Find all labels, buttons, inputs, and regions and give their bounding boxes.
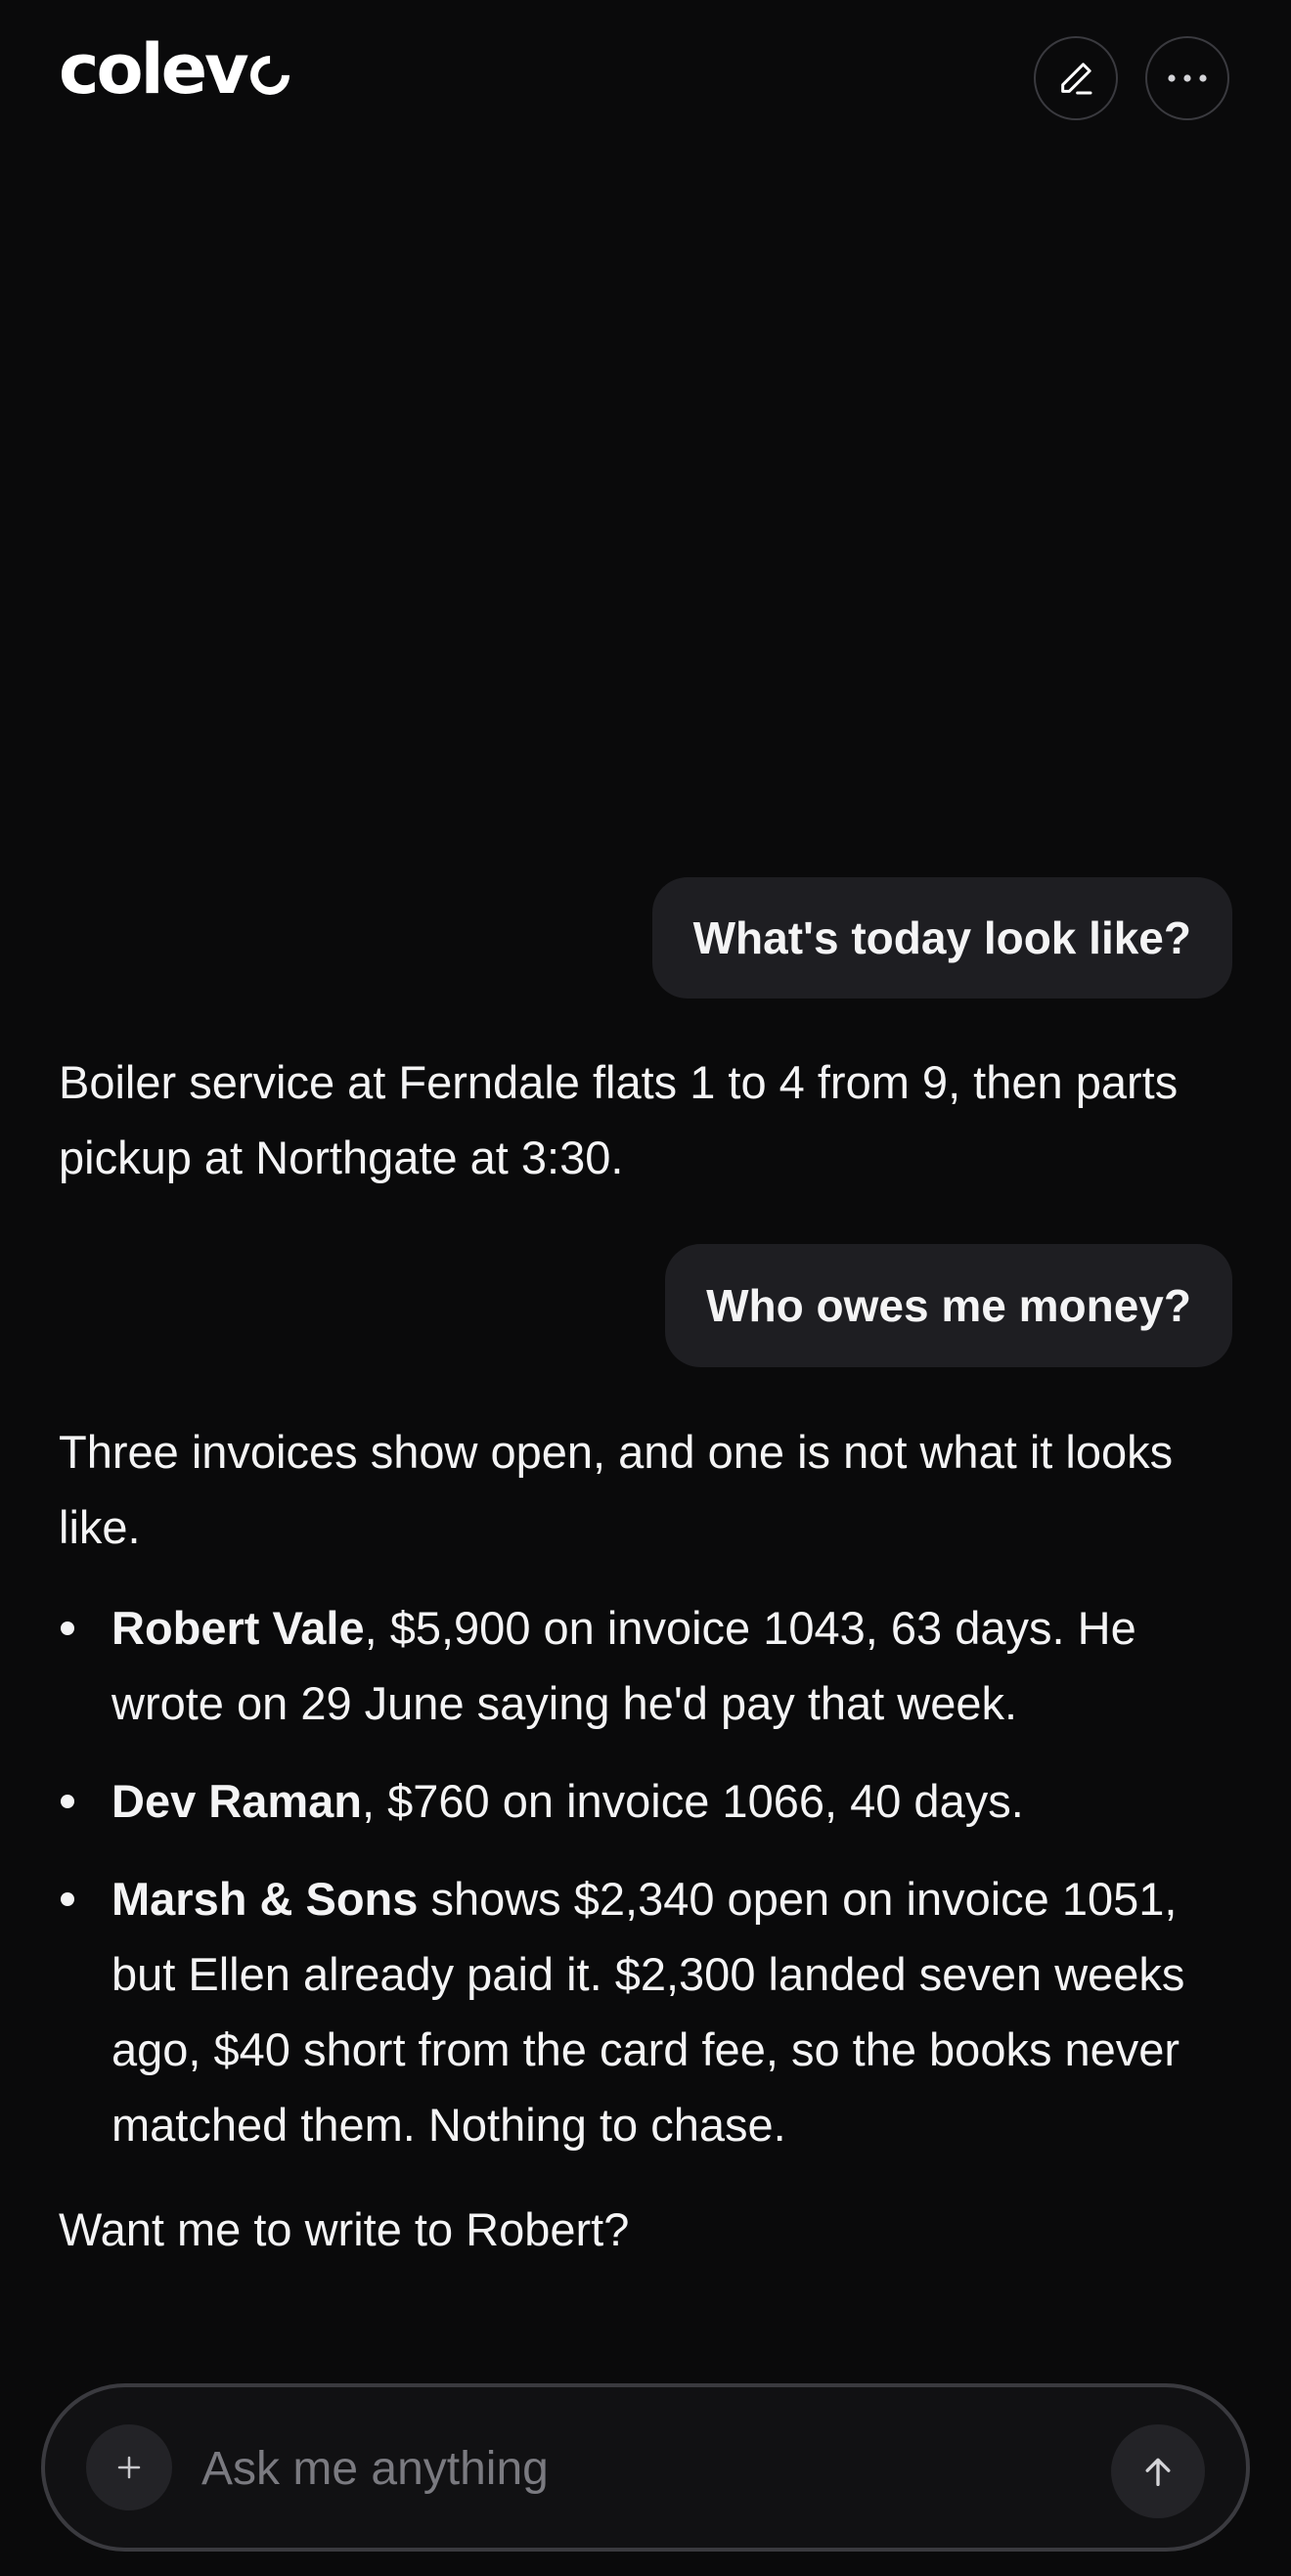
app-header: colev: [0, 0, 1291, 161]
list-item: Marsh & Sons shows $2,340 open on invoic…: [59, 1861, 1232, 2162]
add-attachment-button[interactable]: [86, 2424, 172, 2510]
user-message: Who owes me money?: [665, 1244, 1232, 1367]
message-input[interactable]: [201, 2426, 1140, 2510]
user-message-text: What's today look like?: [692, 912, 1191, 963]
arrow-up-icon: [1145, 2458, 1171, 2486]
client-name: Dev Raman: [111, 1775, 362, 1827]
new-chat-button[interactable]: [1034, 36, 1118, 120]
brand-wordmark: colev: [59, 29, 249, 110]
invoice-list: Robert Vale, $5,900 on invoice 1043, 63 …: [59, 1590, 1232, 2162]
assistant-message: Three invoices show open, and one is not…: [59, 1414, 1232, 2267]
client-name: Marsh & Sons: [111, 1873, 419, 1925]
user-message: What's today look like?: [651, 877, 1232, 999]
pencil-icon: [1061, 63, 1092, 95]
assistant-message-text: Boiler service at Ferndale flats 1 to 4 …: [59, 1056, 1179, 1183]
plus-icon: [117, 2456, 141, 2479]
brand-logo: colev: [59, 29, 297, 110]
logo-ring-icon: [242, 47, 297, 104]
client-name: Robert Vale: [111, 1602, 365, 1654]
message-composer: [41, 2383, 1250, 2552]
assistant-closing: Want me to write to Robert?: [59, 2203, 630, 2255]
more-options-button[interactable]: [1145, 36, 1229, 120]
invoice-detail: , $760 on invoice 1066, 40 days.: [362, 1775, 1024, 1827]
list-item: Dev Raman, $760 on invoice 1066, 40 days…: [59, 1763, 1232, 1839]
assistant-intro: Three invoices show open, and one is not…: [59, 1426, 1174, 1553]
send-button[interactable]: [1111, 2424, 1205, 2518]
assistant-message: Boiler service at Ferndale flats 1 to 4 …: [59, 1044, 1232, 1195]
ellipsis-icon: [1168, 74, 1207, 82]
user-message-text: Who owes me money?: [706, 1280, 1191, 1331]
list-item: Robert Vale, $5,900 on invoice 1043, 63 …: [59, 1590, 1232, 1741]
